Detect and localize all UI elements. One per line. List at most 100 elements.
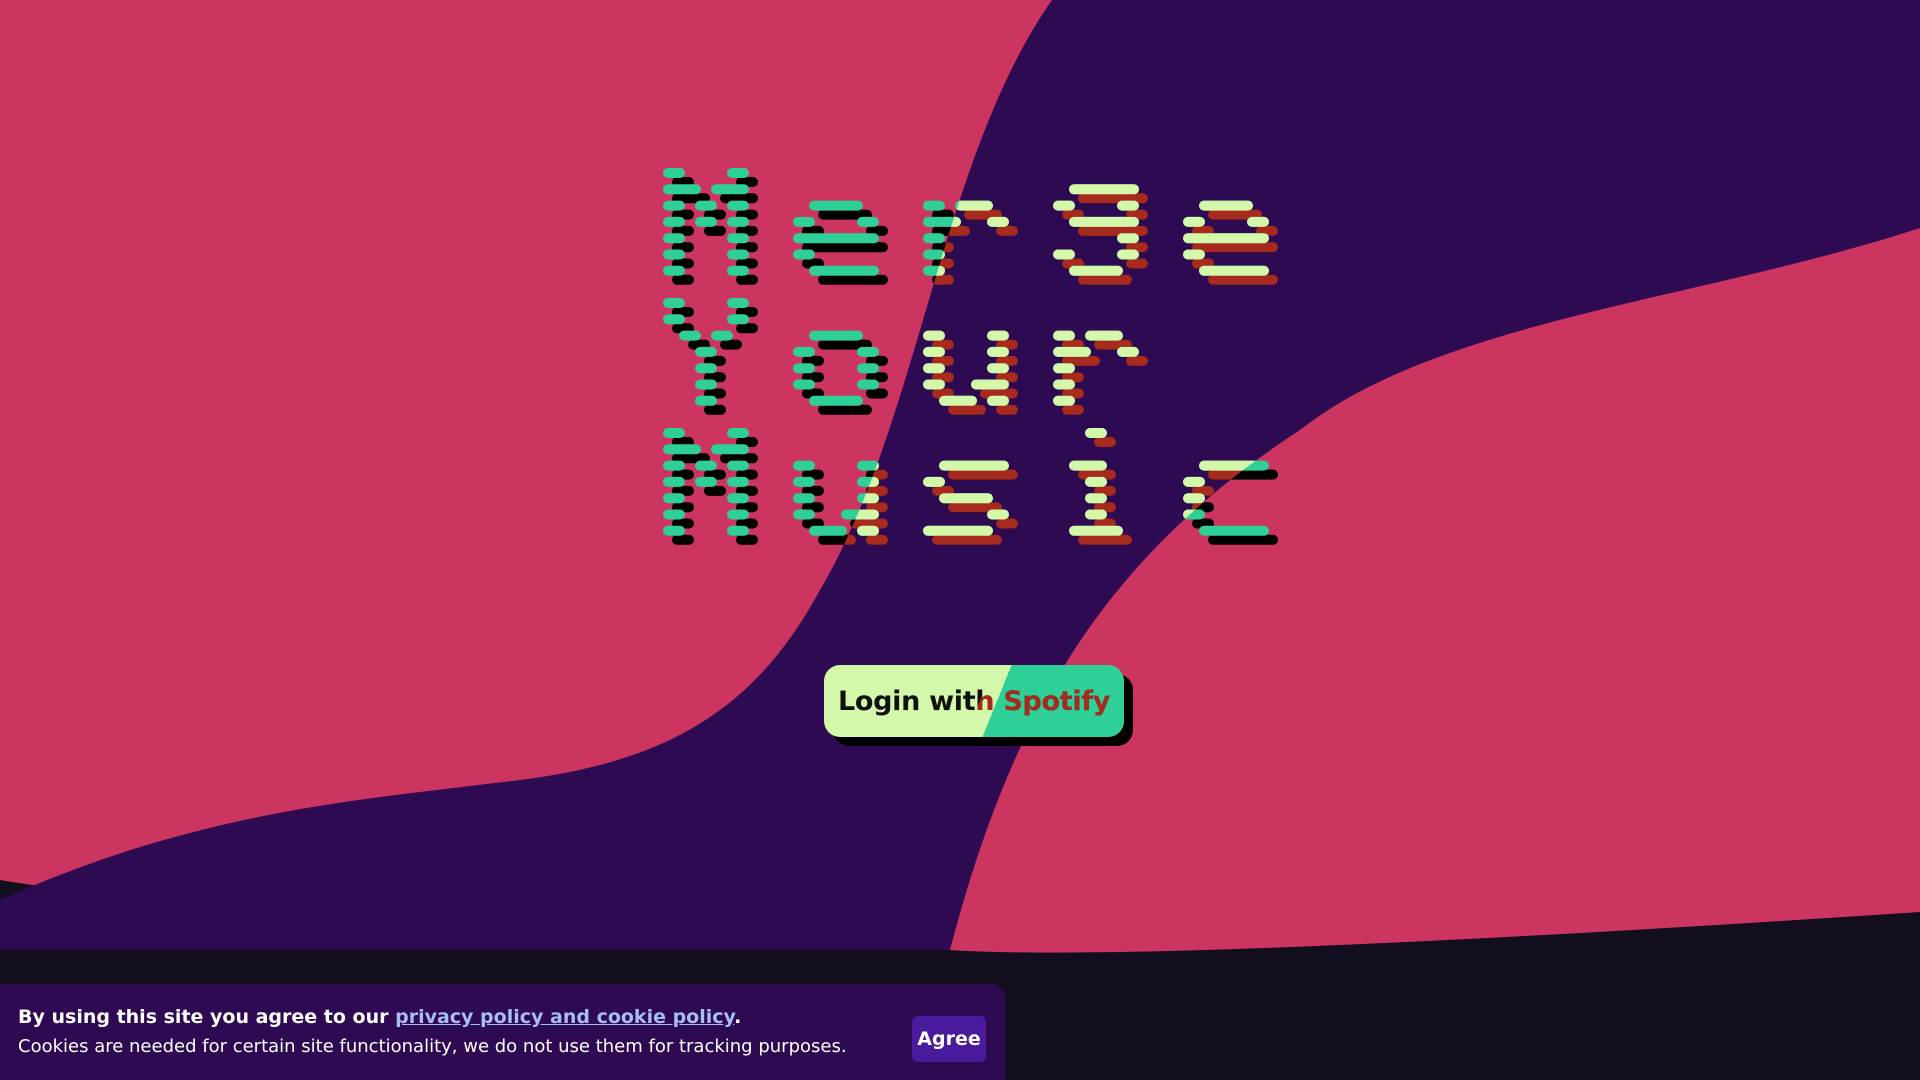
title-bar <box>663 233 685 244</box>
title-bar <box>679 330 701 341</box>
title-bar-shadow-accent <box>996 225 1018 236</box>
title-bar <box>727 233 749 244</box>
title-bar-accent <box>1183 249 1205 260</box>
title-bar-shadow <box>672 274 694 285</box>
title-bar-accent <box>1053 395 1075 406</box>
title-bar-accent <box>939 493 993 504</box>
title-bar-shadow-accent <box>948 404 986 415</box>
title-bar <box>793 379 815 390</box>
agree-button[interactable]: Agree <box>912 1016 986 1062</box>
title-bar-shadow-accent <box>932 534 1002 545</box>
title-bar <box>663 476 685 487</box>
title-bar-shadow-accent <box>1078 193 1148 204</box>
title-bar <box>793 249 815 260</box>
title-bar-accent <box>923 525 993 536</box>
cookie-consent-suffix: . <box>734 1006 742 1028</box>
title-bar <box>695 476 717 487</box>
title-bar <box>809 265 879 276</box>
title-bar-shadow-accent <box>996 518 1018 529</box>
title-bar-shadow <box>818 404 872 415</box>
title-bar <box>663 509 685 520</box>
title-bar-shadow <box>704 485 726 496</box>
title-bar <box>793 493 815 504</box>
title-bar-accent <box>1085 330 1123 341</box>
title-bar <box>663 216 685 227</box>
title-bar-shadow-accent <box>948 469 1018 480</box>
title-bar-accent <box>987 346 1009 357</box>
title-bar-accent <box>987 330 1009 341</box>
title-bar-accent <box>1053 379 1075 390</box>
title-bar-accent <box>1053 249 1075 260</box>
title-bar <box>793 233 879 244</box>
title-bar-accent <box>923 379 945 390</box>
title-bar-accent <box>1085 476 1107 487</box>
title-bar <box>923 233 945 244</box>
title-bar-accent <box>987 216 1009 227</box>
title-bar-accent <box>1053 330 1075 341</box>
title-bar-accent <box>923 363 945 374</box>
title-bar <box>727 168 749 178</box>
title-bar-shadow-accent <box>1094 437 1116 447</box>
title-bar <box>727 314 749 325</box>
title-bar <box>663 298 685 308</box>
title-bar <box>663 200 685 211</box>
title-bar <box>663 168 685 178</box>
title-bar-shadow-accent <box>1192 242 1278 253</box>
title-bar-shadow-accent <box>996 404 1018 415</box>
privacy-policy-link[interactable]: privacy policy and cookie policy <box>395 1006 734 1028</box>
title-bar-shadow <box>818 274 888 285</box>
title-bar <box>793 363 815 374</box>
title-bar <box>727 476 749 487</box>
title-bar-accent <box>1085 428 1107 438</box>
title-bar <box>793 460 815 471</box>
title-bar-accent <box>923 330 945 341</box>
title-bar <box>711 330 733 341</box>
title-bar <box>663 265 685 276</box>
title-bar <box>663 460 685 471</box>
title-bar <box>727 298 749 308</box>
title-bar-accent <box>987 363 1009 374</box>
title-bar-shadow-accent <box>1208 274 1278 285</box>
title-bar-accent <box>1053 363 1075 374</box>
title-bar <box>727 509 749 520</box>
title-bar-accent <box>1069 525 1123 536</box>
title-bar-accent <box>1183 476 1205 487</box>
title-bar-accent <box>1053 346 1091 357</box>
title-bar-shadow-accent <box>1078 534 1132 545</box>
title-bar <box>727 460 749 471</box>
title-bar-accent <box>987 395 1009 406</box>
title-bar <box>663 525 685 536</box>
title-bar <box>695 460 717 471</box>
title-bar <box>793 216 815 227</box>
title-bar-accent <box>971 379 1009 390</box>
title-bar <box>663 493 685 504</box>
hero-title <box>663 168 1278 545</box>
title-bar <box>793 509 815 520</box>
title-bar <box>727 265 749 276</box>
title-bar <box>727 428 749 438</box>
title-bar <box>793 346 815 357</box>
title-bar-shadow-accent <box>1126 355 1148 366</box>
title-bar <box>857 346 879 357</box>
title-bar-accent <box>939 395 977 406</box>
title-bar-accent <box>955 200 993 211</box>
title-bar <box>695 363 717 374</box>
title-bar-accent <box>1085 493 1107 504</box>
title-bar <box>711 444 749 455</box>
title-bar-accent <box>1117 233 1139 244</box>
title-bar-accent <box>1247 216 1269 227</box>
title-bar-accent <box>1183 216 1205 227</box>
title-bar <box>663 428 685 438</box>
title-bar-accent <box>1117 346 1139 357</box>
title-bar <box>809 200 863 211</box>
title-bar <box>695 346 717 357</box>
title-bar <box>711 184 749 195</box>
title-bar <box>809 395 863 406</box>
title-bar-shadow <box>1208 534 1278 545</box>
title-bar-shadow-accent <box>1078 225 1148 236</box>
title-bar <box>857 379 879 390</box>
login-with-spotify-button[interactable]: Login with Spotify Login with Spotify <box>824 665 1124 737</box>
title-bar-accent <box>1117 200 1139 211</box>
title-bar-accent <box>1069 460 1107 471</box>
title-bar <box>923 200 945 211</box>
